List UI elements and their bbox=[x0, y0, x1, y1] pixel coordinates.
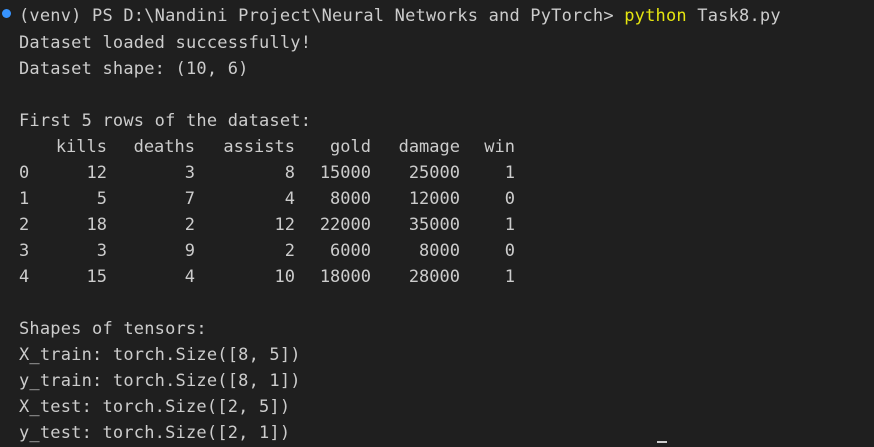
table-cell: 8 bbox=[284, 163, 295, 183]
table-cell: 8000 bbox=[330, 189, 371, 209]
prompt-path: PS D:\Nandini Project\Neural Networks an… bbox=[81, 6, 625, 26]
table-cell: 3 bbox=[96, 241, 107, 261]
table-cell: 22000 bbox=[319, 215, 371, 235]
column-header: kills bbox=[55, 137, 107, 157]
table-cell: 1 bbox=[504, 215, 515, 235]
column-header: assists bbox=[223, 137, 295, 157]
table-cell: 3 bbox=[184, 163, 195, 183]
table-cell: 15 bbox=[86, 267, 107, 287]
output-loaded: Dataset loaded successfully! bbox=[19, 33, 312, 53]
table-cell: 15000 bbox=[319, 163, 371, 183]
table-cell: 4 bbox=[184, 267, 195, 287]
table-cell: 4 bbox=[284, 189, 295, 209]
terminal-cursor bbox=[657, 441, 667, 443]
table-cell: 9 bbox=[184, 241, 195, 261]
table-cell: 1 bbox=[504, 267, 515, 287]
table-cell: 18 bbox=[86, 215, 107, 235]
row-index: 4 bbox=[19, 267, 30, 287]
table-cell: 2 bbox=[184, 215, 195, 235]
prompt-line: (venv) PS D:\Nandini Project\Neural Netw… bbox=[19, 3, 781, 29]
column-header: win bbox=[484, 137, 515, 157]
output-y-train: y_train: torch.Size([8, 1]) bbox=[19, 371, 301, 391]
terminal-panel[interactable]: (venv) PS D:\Nandini Project\Neural Netw… bbox=[0, 0, 874, 447]
command-status-icon[interactable] bbox=[2, 9, 11, 18]
row-index: 0 bbox=[19, 163, 30, 183]
table-cell: 1 bbox=[504, 163, 515, 183]
table-cell: 12 bbox=[86, 163, 107, 183]
venv-label: (venv) bbox=[19, 6, 82, 26]
command-args: Task8.py bbox=[686, 6, 781, 26]
column-header: gold bbox=[330, 137, 371, 157]
column-header: deaths bbox=[133, 137, 195, 157]
table-cell: 5 bbox=[96, 189, 107, 209]
table-cell: 2 bbox=[284, 241, 295, 261]
table-cell: 35000 bbox=[408, 215, 460, 235]
row-index: 2 bbox=[19, 215, 30, 235]
table-cell: 25000 bbox=[408, 163, 460, 183]
table-cell: 7 bbox=[184, 189, 195, 209]
table-cell: 6000 bbox=[330, 241, 371, 261]
table-cell: 18000 bbox=[319, 267, 371, 287]
table-cell: 0 bbox=[504, 241, 515, 261]
table-cell: 28000 bbox=[408, 267, 460, 287]
table-cell: 12 bbox=[274, 215, 295, 235]
row-index: 3 bbox=[19, 241, 30, 261]
table-cell: 12000 bbox=[408, 189, 460, 209]
table-cell: 10 bbox=[274, 267, 295, 287]
output-tensors-title: Shapes of tensors: bbox=[19, 319, 207, 339]
table-cell: 0 bbox=[504, 189, 515, 209]
column-header: damage bbox=[398, 137, 460, 157]
output-y-test: y_test: torch.Size([2, 1]) bbox=[19, 423, 291, 443]
output-shape: Dataset shape: (10, 6) bbox=[19, 59, 249, 79]
command-name: python bbox=[624, 6, 687, 26]
row-index: 1 bbox=[19, 189, 30, 209]
output-x-test: X_test: torch.Size([2, 5]) bbox=[19, 397, 291, 417]
table-cell: 8000 bbox=[419, 241, 460, 261]
output-first-rows-title: First 5 rows of the dataset: bbox=[19, 111, 312, 131]
output-x-train: X_train: torch.Size([8, 5]) bbox=[19, 345, 301, 365]
